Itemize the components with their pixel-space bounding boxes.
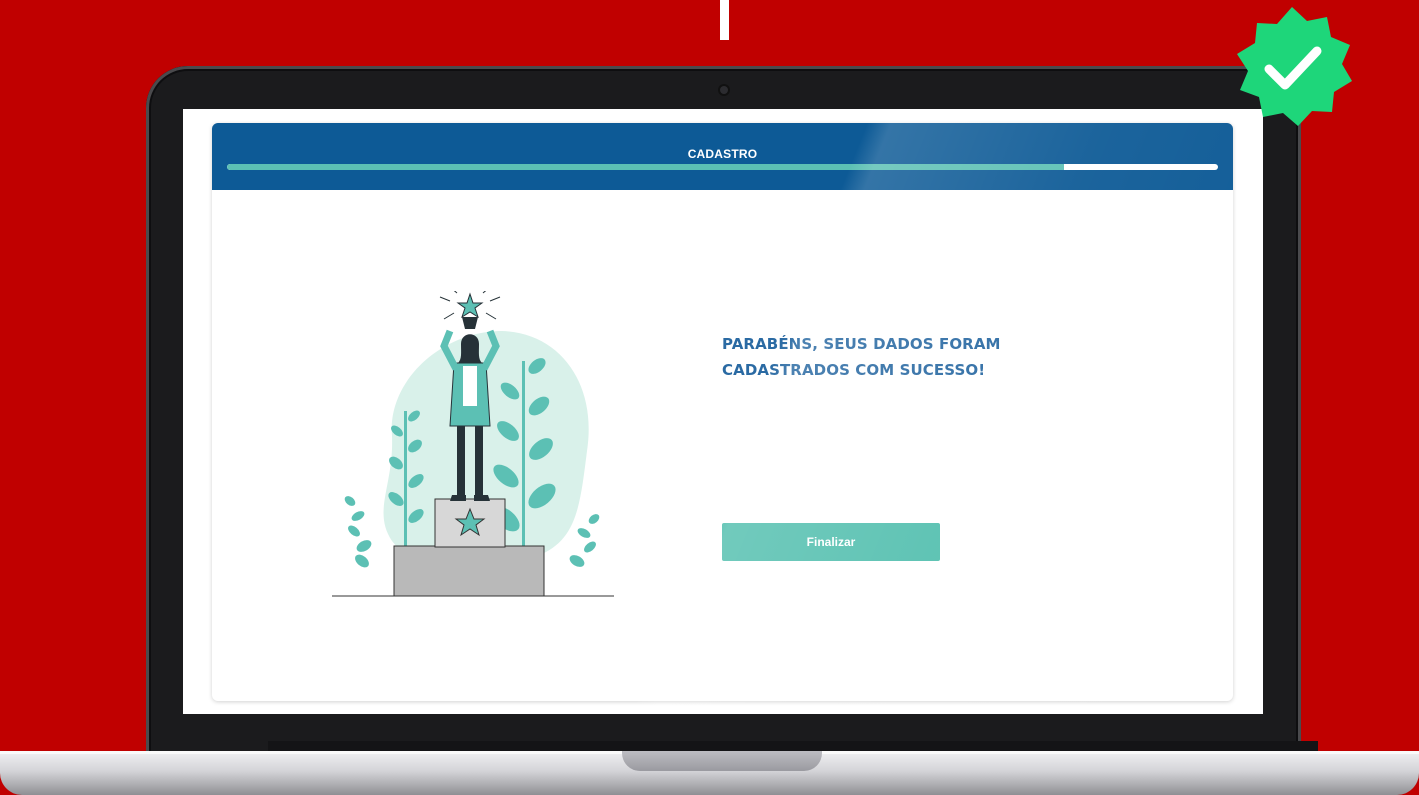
camera (720, 86, 728, 94)
card-header: CADASTRO (212, 123, 1233, 190)
laptop-notch (622, 751, 822, 771)
progress-bar-fill (227, 164, 1065, 170)
success-message: PARABÉNS, SEUS DADOS FORAM CADASTRADOS C… (722, 335, 1001, 379)
registration-card: CADASTRO PARABÉNS, SEUS DADOS FORAM CADA… (212, 123, 1233, 701)
laptop-screen: CADASTRO PARABÉNS, SEUS DADOS FORAM CADA… (183, 109, 1263, 714)
success-illustration (332, 291, 614, 597)
top-marker (720, 0, 729, 40)
page-title: CADASTRO (687, 147, 758, 161)
verified-check-icon (1237, 7, 1352, 126)
laptop-frame: CADASTRO PARABÉNS, SEUS DADOS FORAM CADA… (146, 66, 1318, 766)
progress-bar (227, 164, 1218, 170)
finish-button[interactable]: Finalizar (722, 523, 940, 561)
